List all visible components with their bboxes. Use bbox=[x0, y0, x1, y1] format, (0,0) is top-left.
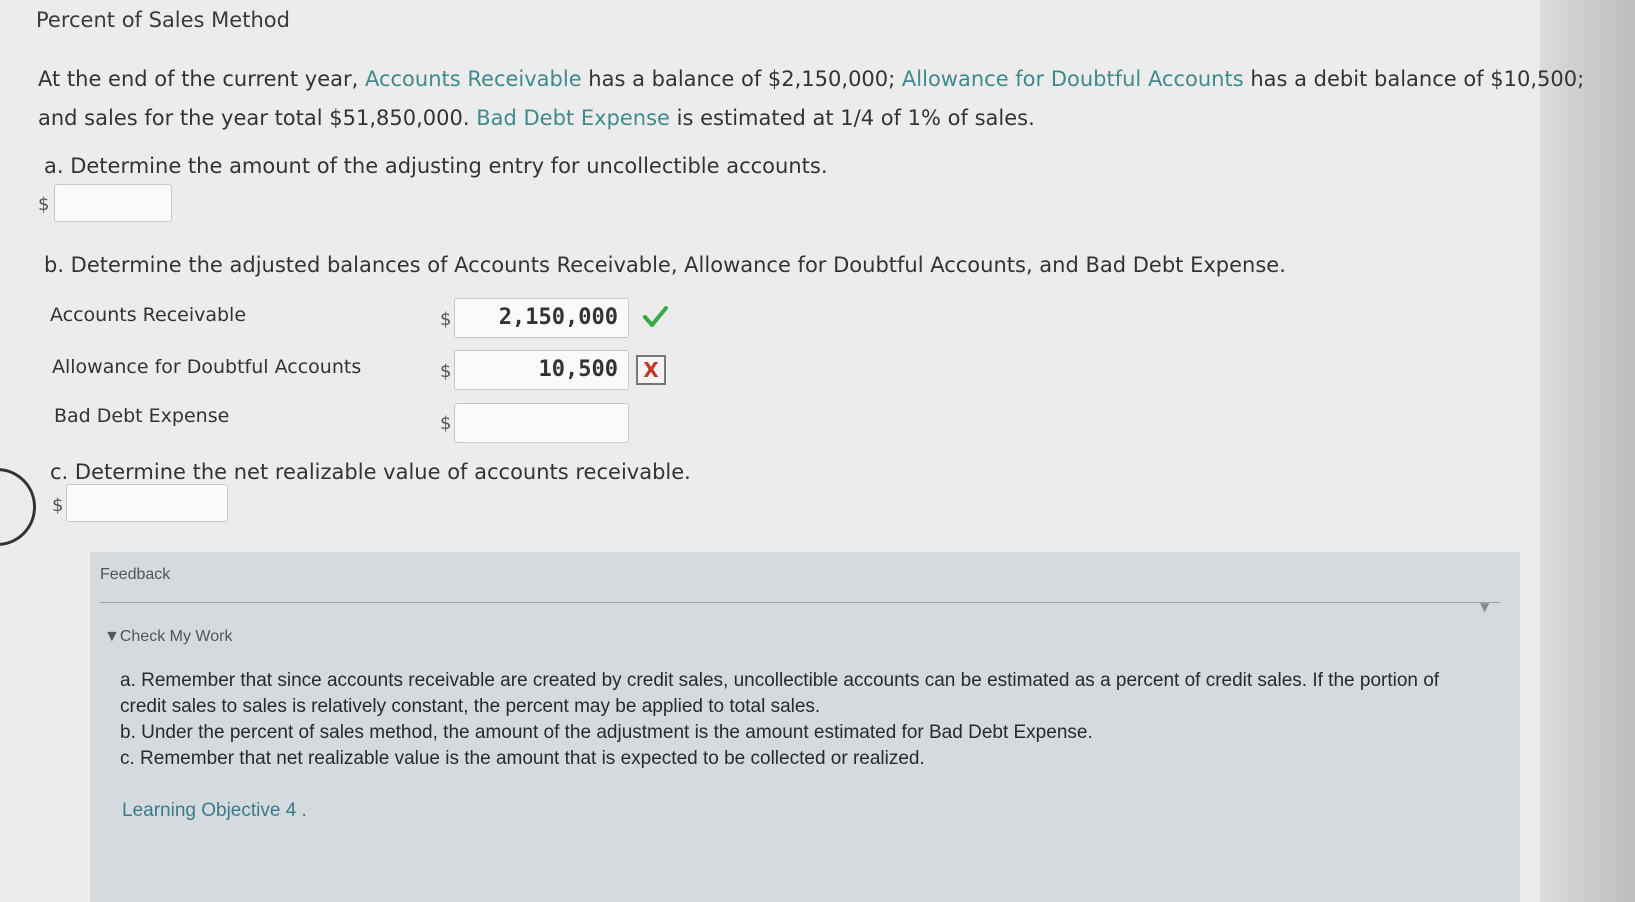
term-allowance[interactable]: Allowance for Doubtful Accounts bbox=[902, 67, 1244, 91]
row-label-accounts-receivable: Accounts Receivable bbox=[50, 304, 247, 326]
question-a-label: a. Determine the amount of the adjusting… bbox=[44, 154, 828, 178]
intro-text-4: is estimated at 1/4 of 1% of sales. bbox=[669, 106, 1035, 130]
feedback-title: Feedback bbox=[100, 566, 171, 583]
question-a-input[interactable] bbox=[54, 184, 172, 222]
question-c-currency: $ bbox=[52, 495, 64, 516]
term-accounts-receivable[interactable]: Accounts Receivable bbox=[365, 67, 582, 91]
hint-a: a. Remember that since accounts receivab… bbox=[120, 670, 1440, 717]
term-bad-debt-expense[interactable]: Bad Debt Expense bbox=[476, 106, 670, 130]
question-c-input[interactable] bbox=[66, 484, 228, 522]
check-my-work-toggle[interactable]: ▼Check My Work bbox=[104, 628, 232, 646]
collapse-arrow-icon[interactable]: ▼ bbox=[1480, 600, 1489, 614]
question-c-label: c. Determine the net realizable value of… bbox=[50, 460, 691, 484]
correct-check-icon bbox=[643, 306, 668, 327]
question-a-currency: $ bbox=[38, 194, 50, 215]
hint-b: b. Under the percent of sales method, th… bbox=[120, 722, 1093, 743]
row-currency-allowance: $ bbox=[440, 361, 452, 382]
hint-c: c. Remember that net realizable value is… bbox=[120, 748, 925, 769]
incorrect-x-icon: X bbox=[636, 355, 666, 385]
row-label-allowance: Allowance for Doubtful Accounts bbox=[52, 356, 362, 378]
bad-debt-expense-input[interactable] bbox=[454, 403, 629, 443]
feedback-hints: a. Remember that since accounts receivab… bbox=[120, 668, 1490, 772]
problem-statement: At the end of the current year, Accounts… bbox=[38, 60, 1598, 138]
intro-text-1: At the end of the current year, bbox=[38, 67, 365, 91]
row-currency-accounts-receivable: $ bbox=[440, 309, 452, 330]
intro-text-2: has a balance of $2,150,000; bbox=[581, 67, 902, 91]
feedback-divider bbox=[100, 602, 1500, 603]
allowance-input[interactable]: 10,500 bbox=[454, 350, 629, 390]
page-title: Percent of Sales Method bbox=[36, 8, 290, 32]
row-label-bad-debt-expense: Bad Debt Expense bbox=[54, 405, 230, 427]
question-b-label: b. Determine the adjusted balances of Ac… bbox=[44, 253, 1286, 277]
learning-objective-link[interactable]: Learning Objective 4 . bbox=[122, 800, 307, 822]
row-currency-bad-debt-expense: $ bbox=[440, 413, 452, 434]
previous-nav-button[interactable] bbox=[0, 468, 36, 546]
accounts-receivable-input[interactable]: 2,150,000 bbox=[454, 298, 629, 338]
